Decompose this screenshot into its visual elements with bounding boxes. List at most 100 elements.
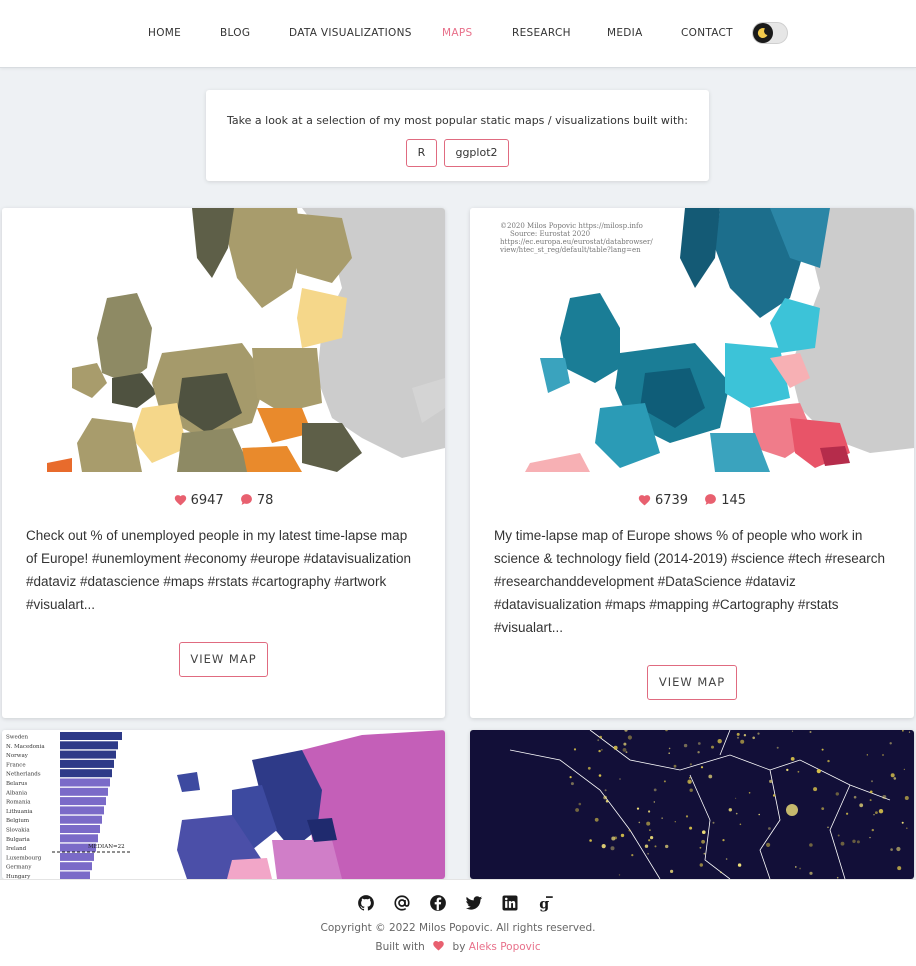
author-link[interactable]: Aleks Popovic [469, 941, 541, 953]
ranking-label: Norway [6, 753, 29, 759]
city-light [689, 788, 693, 792]
ranking-map-image[interactable]: Sweden N. Macedonia Norway France Netherland… [2, 730, 445, 879]
ranking-label: Germany [6, 865, 32, 871]
city-light [890, 848, 893, 851]
twitter-icon[interactable] [465, 894, 483, 912]
nav-maps[interactable]: MAPS [442, 27, 472, 39]
map-card-europe-ranking: Sweden N. Macedonia Norway France Netherland… [2, 730, 445, 879]
city-light [589, 839, 592, 842]
city-light [665, 844, 669, 849]
ranking-label: Albania [5, 790, 28, 796]
likes-count[interactable]: 6739 [638, 493, 688, 508]
tag-ggplot2[interactable]: ggplot2 [444, 139, 509, 167]
city-light [648, 810, 651, 813]
ranking-bar [60, 852, 94, 861]
city-light [687, 779, 692, 784]
linkedin-icon[interactable] [501, 894, 519, 912]
facebook-icon[interactable] [429, 894, 447, 912]
city-light [627, 735, 632, 740]
city-light [908, 731, 911, 733]
city-light [573, 748, 577, 751]
map-card-science-tech: ©2020 Milos Popovic https://milosp.info … [470, 208, 914, 718]
city-light [889, 742, 892, 745]
city-light [766, 842, 771, 847]
nav-contact[interactable]: CONTACT [681, 27, 733, 39]
city-light [625, 751, 628, 753]
city-light [821, 748, 824, 751]
map-caption: ©2020 Milos Popovic https://milosp.info [500, 222, 643, 230]
city-light [603, 795, 607, 800]
city-light [893, 777, 897, 780]
dark-mode-toggle[interactable] [752, 22, 788, 44]
city-light [673, 764, 677, 768]
view-map-button[interactable]: VIEW MAP [179, 642, 268, 677]
city-light [701, 839, 705, 844]
ranking-label: Luxembourg [6, 855, 42, 861]
view-map-button[interactable]: VIEW MAP [647, 665, 737, 700]
city-light [786, 804, 798, 816]
ranking-bar [60, 862, 92, 871]
city-light [620, 833, 625, 838]
city-light [720, 871, 722, 874]
city-light [711, 745, 714, 749]
ranking-bar [60, 834, 98, 843]
footer: g Copyright © 2022 Milos Popovic. All ri… [0, 879, 916, 966]
comments-count[interactable]: 78 [240, 493, 273, 508]
ranking-label: Bulgaria [6, 837, 31, 843]
city-light [859, 803, 864, 808]
nav-research[interactable]: RESEARCH [512, 27, 571, 39]
city-light [768, 827, 771, 830]
city-light [725, 858, 728, 860]
ranking-bar [60, 759, 114, 768]
city-light [835, 792, 839, 796]
tag-r[interactable]: R [406, 139, 437, 167]
nav-media[interactable]: MEDIA [607, 27, 643, 39]
nav-data-visualizations[interactable]: DATA VISUALIZATIONS [289, 27, 412, 39]
city-light [740, 739, 745, 744]
card2-stats: 6739 145 [470, 493, 914, 508]
city-light [875, 811, 878, 814]
city-light [897, 866, 902, 871]
ranking-bar [60, 825, 100, 833]
city-light [599, 735, 602, 739]
ranking-label: Belgium [6, 818, 30, 824]
city-light [628, 829, 631, 832]
city-light [636, 807, 640, 810]
comments-count[interactable]: 145 [704, 493, 746, 508]
city-light [748, 792, 751, 794]
city-light [648, 839, 651, 842]
city-light [654, 845, 657, 848]
city-light [786, 768, 789, 772]
city-light [906, 827, 908, 829]
ranking-bar [60, 750, 116, 759]
science-tech-map-image[interactable]: ©2020 Milos Popovic https://milosp.info … [470, 208, 914, 472]
city-light [809, 843, 813, 847]
city-light [853, 795, 857, 799]
map-card-night-lights [470, 730, 914, 879]
night-lights-map-image[interactable] [470, 730, 914, 879]
city-light [578, 802, 582, 806]
city-light [638, 821, 641, 824]
nav-blog[interactable]: BLOG [220, 27, 250, 39]
at-icon[interactable] [393, 894, 411, 912]
google-scholar-icon[interactable]: g [537, 894, 555, 912]
city-light [683, 743, 688, 748]
city-light [623, 742, 627, 746]
unemployment-map-image[interactable] [2, 208, 445, 472]
city-light [728, 808, 732, 812]
github-icon[interactable] [357, 894, 375, 912]
city-light [809, 871, 813, 875]
city-light [598, 774, 602, 777]
city-light [697, 751, 700, 754]
city-light [882, 754, 884, 756]
ranking-label: Lithuania [6, 809, 33, 815]
likes-count[interactable]: 6947 [174, 493, 224, 508]
city-light [670, 869, 674, 873]
comment-icon [705, 494, 717, 505]
ranking-label: Belarus [6, 781, 28, 787]
nav-home[interactable]: HOME [148, 27, 181, 39]
city-light [587, 766, 591, 770]
city-light [570, 782, 574, 786]
ranking-label: Ireland [6, 846, 27, 852]
city-light [743, 734, 747, 737]
